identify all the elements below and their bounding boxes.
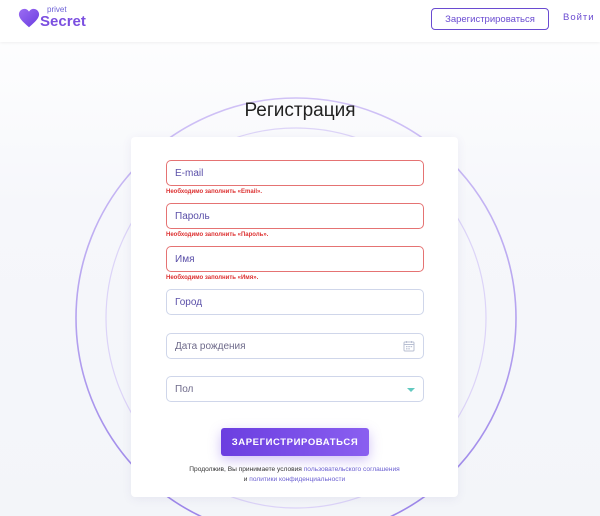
chevron-down-icon (407, 388, 415, 392)
logo-big-text: Secret (40, 13, 86, 30)
email-error: Необходимо заполнить «Email». (166, 189, 262, 195)
register-button-header[interactable]: Зарегистрироваться (431, 8, 549, 30)
terms-text: Продолжив, Вы принимаете условия пользов… (131, 465, 458, 485)
name-field[interactable]: Имя (166, 246, 424, 272)
birthdate-field[interactable]: Дата рождения (166, 333, 424, 359)
heart-logo-icon (18, 8, 40, 28)
calendar-icon[interactable] (403, 340, 415, 352)
password-placeholder: Пароль (175, 210, 210, 222)
login-link[interactable]: Войти (563, 12, 595, 23)
top-header: privet Secret Зарегистрироваться Войти (0, 0, 600, 42)
name-placeholder: Имя (175, 253, 195, 265)
name-error: Необходимо заполнить «Имя». (166, 275, 259, 281)
terms-and: и (243, 476, 248, 483)
submit-register-button[interactable]: ЗАРЕГИСТРИРОВАТЬСЯ (221, 428, 369, 456)
gender-placeholder: Пол (175, 383, 194, 395)
email-placeholder: E-mail (175, 167, 204, 179)
password-error: Необходимо заполнить «Пароль». (166, 232, 269, 238)
registration-card: E-mail Необходимо заполнить «Email». Пар… (131, 137, 458, 497)
user-agreement-link[interactable]: пользовательского соглашения (304, 466, 400, 473)
page-title: Регистрация (244, 100, 356, 121)
gender-select[interactable]: Пол (166, 376, 424, 402)
logo[interactable]: privet Secret (18, 6, 86, 32)
password-field[interactable]: Пароль (166, 203, 424, 229)
email-field[interactable]: E-mail (166, 160, 424, 186)
city-field[interactable]: Город (166, 289, 424, 315)
city-placeholder: Город (175, 296, 203, 308)
privacy-policy-link[interactable]: политики конфиденциальности (249, 476, 345, 483)
terms-prefix: Продолжив, Вы принимаете условия (189, 466, 302, 473)
birthdate-placeholder: Дата рождения (175, 340, 246, 352)
